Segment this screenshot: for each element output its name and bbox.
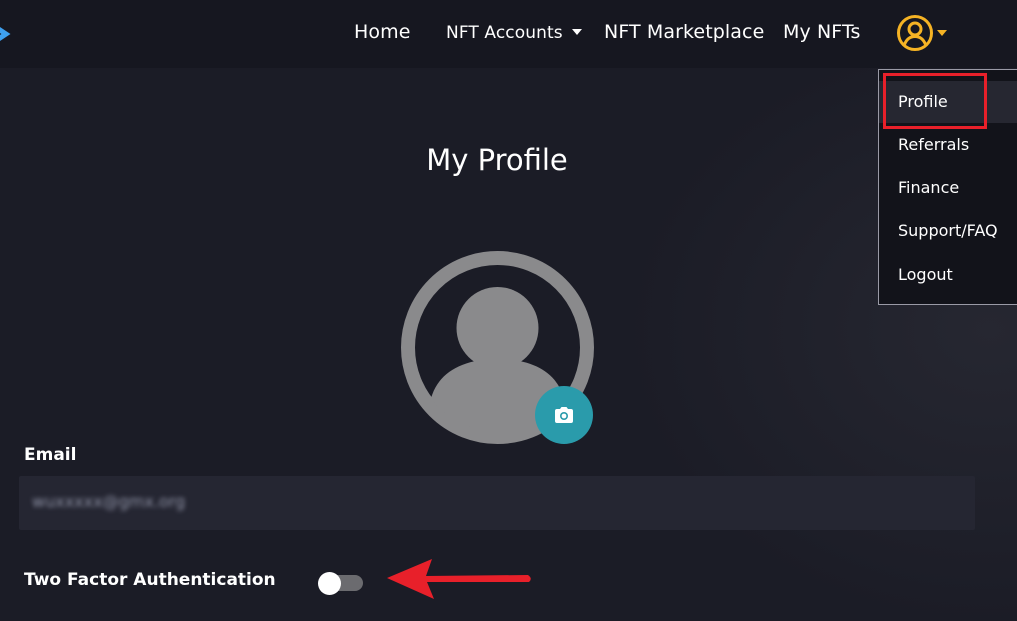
- toggle-knob: [318, 572, 341, 595]
- menu-item-logout[interactable]: Logout: [879, 254, 1017, 296]
- caret-down-icon: [571, 29, 582, 35]
- two-factor-auth-toggle[interactable]: [318, 572, 363, 595]
- nav-dropdown-nft-accounts-label: NFT Accounts: [446, 23, 563, 43]
- nav-link-my-nfts[interactable]: My NFTs: [783, 21, 861, 43]
- menu-item-label: Support/FAQ: [898, 221, 998, 240]
- navbar: Home NFT Accounts NFT Marketplace My NFT…: [0, 0, 1017, 68]
- two-factor-auth-label: Two Factor Authentication: [24, 570, 276, 590]
- user-circle-icon: [897, 15, 933, 51]
- camera-icon: [555, 407, 573, 423]
- page-title: My Profile: [426, 143, 568, 177]
- nav-link-nft-marketplace[interactable]: NFT Marketplace: [604, 21, 764, 43]
- menu-item-label: Logout: [898, 265, 953, 284]
- change-avatar-button[interactable]: [535, 386, 593, 444]
- page: Home NFT Accounts NFT Marketplace My NFT…: [0, 0, 1017, 621]
- menu-item-support-faq[interactable]: Support/FAQ: [879, 210, 1017, 252]
- email-value: wuxxxxx@gmx.org: [32, 492, 186, 511]
- menu-item-label: Finance: [898, 178, 960, 197]
- email-field[interactable]: wuxxxxx@gmx.org: [19, 476, 975, 530]
- nav-link-home[interactable]: Home: [354, 21, 411, 43]
- nav-dropdown-nft-accounts[interactable]: NFT Accounts: [446, 23, 582, 43]
- caret-down-icon: [937, 30, 947, 36]
- brand-logo-icon[interactable]: [0, 20, 12, 48]
- menu-item-label: Profile: [898, 92, 948, 111]
- annotation-arrow-icon: [387, 559, 531, 599]
- email-label: Email: [24, 445, 77, 465]
- user-menu-toggle[interactable]: [896, 14, 952, 54]
- menu-item-profile[interactable]: Profile: [879, 81, 1017, 123]
- user-dropdown-menu: Profile Referrals Finance Support/FAQ Lo…: [878, 69, 1017, 305]
